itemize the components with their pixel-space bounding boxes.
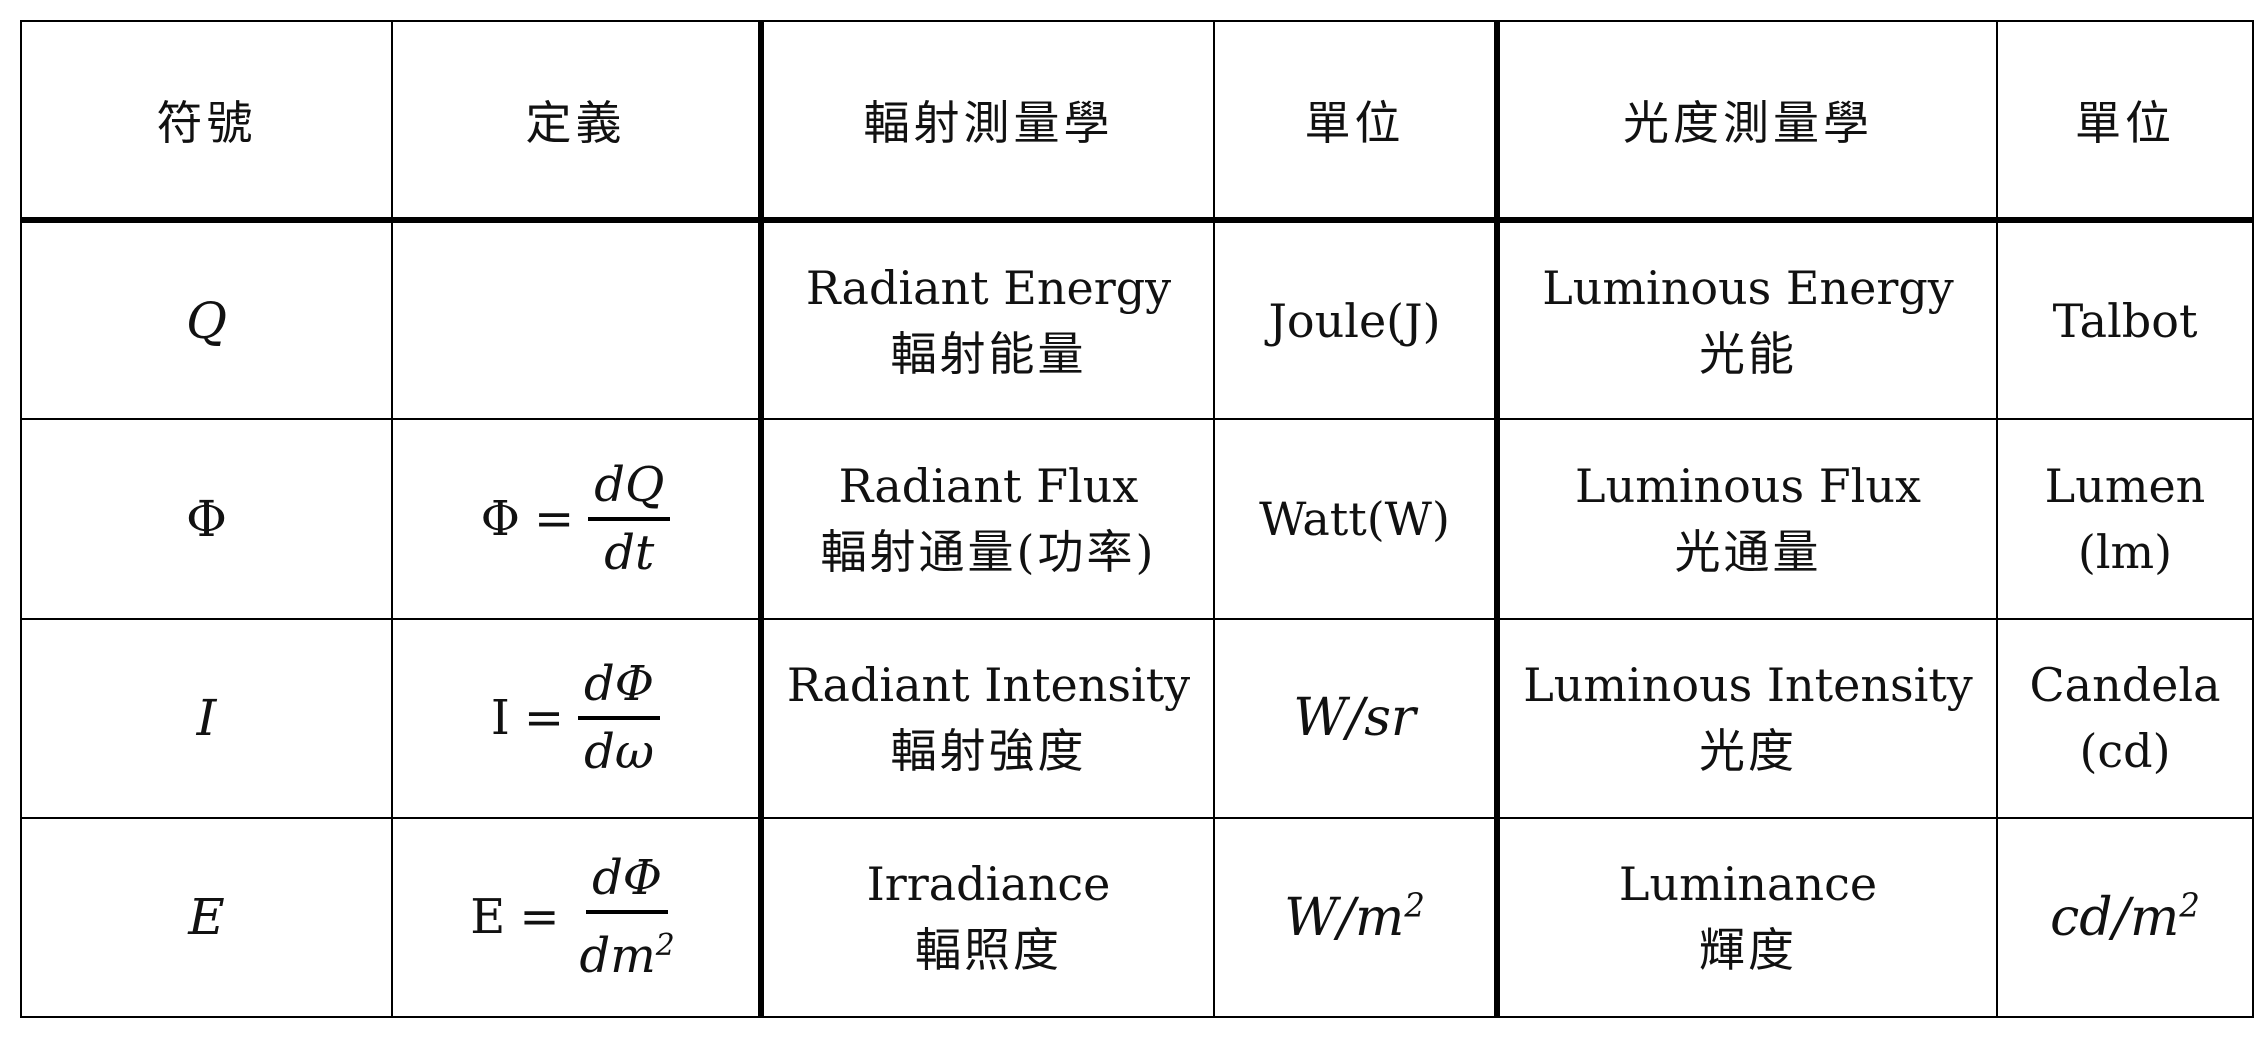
photometry-cell: Luminous Flux 光通量: [1494, 418, 1998, 620]
header-definition: 定義: [391, 20, 762, 223]
radiometry-cell: Irradiance 輻照度: [758, 816, 1215, 1019]
formula-lhs: I: [490, 690, 510, 747]
formula-lhs: E: [470, 889, 506, 946]
radiometry-name-en: Radiant Flux: [838, 458, 1139, 513]
denominator-base: dm: [579, 928, 656, 985]
photometry-name-zh: 光能: [1699, 326, 1797, 381]
fraction-denominator: dm2: [574, 914, 681, 984]
header-photometry-unit: 單位: [1996, 20, 2254, 223]
photometry-unit-cell: Lumen (lm): [1996, 418, 2254, 620]
photometry-name-en: Luminous Flux: [1575, 458, 1921, 513]
photometry-name-en: Luminance: [1618, 857, 1878, 912]
photometry-unit-symbol: (cd): [2079, 724, 2171, 779]
photometry-name-en: Luminous Intensity: [1523, 658, 1973, 713]
definition-cell: Φ = dQ dt: [391, 418, 762, 620]
unit-exponent: 2: [2179, 886, 2200, 925]
equals-sign: =: [534, 490, 575, 547]
header-row: 符號 定義 輻射測量學 單位 光度測量學 單位: [20, 20, 2254, 223]
radiometry-unit: Joule(J): [1268, 293, 1441, 348]
header-radiometry-unit: 單位: [1213, 20, 1498, 223]
table-row: I I = dΦ dω Radiant Intensity 輻射強度 W/sr …: [20, 617, 2254, 819]
symbol-q: Q: [186, 291, 227, 350]
table-row: Φ Φ = dQ dt Radiant Flux 輻射通量(功率) Watt(W…: [20, 418, 2254, 620]
radiometry-cell: Radiant Energy 輻射能量: [758, 218, 1215, 421]
definition-cell: E = dΦ dm2: [391, 816, 762, 1019]
symbol-phi: Φ: [186, 489, 227, 548]
unit-base: W/m: [1284, 888, 1405, 949]
unit-base: cd/m: [2050, 888, 2180, 949]
radiometry-unit: W/m2: [1284, 886, 1425, 949]
fraction-denominator: dt: [604, 524, 655, 581]
photometry-unit-symbol: (lm): [2077, 524, 2173, 579]
radiometry-name-zh: 輻射強度: [890, 724, 1087, 779]
symbol-cell: Q: [20, 218, 393, 421]
fraction-denominator: dω: [584, 724, 655, 781]
photometry-cell: Luminous Energy 光能: [1494, 218, 1998, 421]
photometry-unit-name: Lumen: [2044, 458, 2206, 513]
photometry-cell: Luminous Intensity 光度: [1494, 617, 1998, 819]
fraction-numerator: dQ: [588, 457, 671, 521]
radiometry-unit-cell: W/sr: [1213, 617, 1498, 819]
photometry-unit-cell: Candela (cd): [1996, 617, 2254, 819]
radiometry-name-en: Radiant Energy: [805, 260, 1172, 315]
photometry-name-zh: 光度: [1699, 724, 1797, 779]
definition-formula: Φ = dQ dt: [481, 457, 671, 581]
equals-sign: =: [523, 690, 565, 747]
photometry-unit-cell: Talbot: [1996, 218, 2254, 421]
fraction-numerator: dΦ: [586, 850, 669, 915]
denominator-exponent: 2: [655, 928, 675, 964]
radiometry-name-zh: 輻照度: [915, 923, 1062, 978]
radiometry-photometry-table: 符號 定義 輻射測量學 單位 光度測量學 單位 Q Radiant Energy…: [20, 20, 2254, 1019]
radiometry-name-en: Radiant Intensity: [786, 658, 1191, 713]
radiometry-name-zh: 輻射通量(功率): [820, 524, 1157, 579]
photometry-name-en: Luminous Energy: [1542, 260, 1954, 315]
formula-lhs: Φ: [480, 490, 521, 547]
fraction-numerator: dΦ: [578, 656, 661, 721]
definition-formula: I = dΦ dω: [490, 656, 661, 781]
fraction: dQ dt: [588, 457, 671, 581]
header-photometry: 光度測量學: [1494, 20, 1998, 223]
radiometry-cell: Radiant Flux 輻射通量(功率): [758, 418, 1215, 620]
photometry-unit: cd/m2: [2050, 886, 2200, 949]
radiometry-cell: Radiant Intensity 輻射強度: [758, 617, 1215, 819]
fraction: dΦ dω: [578, 656, 661, 781]
symbol-cell: Φ: [20, 418, 393, 620]
photometry-unit-name: Candela: [2029, 658, 2221, 713]
radiometry-unit-cell: Watt(W): [1213, 418, 1498, 620]
photometry-cell: Luminance 輝度: [1494, 816, 1998, 1019]
symbol-e: E: [188, 888, 225, 947]
unit-exponent: 2: [1404, 886, 1425, 925]
radiometry-name-zh: 輻射能量: [890, 326, 1087, 381]
equals-sign: =: [519, 889, 560, 946]
definition-cell: [391, 218, 762, 421]
photometry-unit-cell: cd/m2: [1996, 816, 2254, 1019]
table-row: E E = dΦ dm2 Irradiance 輻照度 W/m2 Luminan…: [20, 816, 2254, 1019]
radiometry-unit-cell: W/m2: [1213, 816, 1498, 1019]
symbol-cell: I: [20, 617, 393, 819]
fraction: dΦ dm2: [574, 850, 681, 984]
header-symbol: 符號: [20, 20, 393, 223]
header-radiometry: 輻射測量學: [758, 20, 1215, 223]
definition-cell: I = dΦ dω: [391, 617, 762, 819]
photometry-name-zh: 光通量: [1674, 524, 1822, 579]
definition-formula: E = dΦ dm2: [470, 850, 680, 984]
radiometry-name-en: Irradiance: [866, 857, 1111, 912]
photometry-name-zh: 輝度: [1699, 923, 1797, 978]
photometry-unit: Talbot: [2052, 293, 2198, 348]
table-row: Q Radiant Energy 輻射能量 Joule(J) Luminous …: [20, 218, 2254, 421]
symbol-cell: E: [20, 816, 393, 1019]
symbol-i: I: [196, 689, 217, 748]
radiometry-unit: Watt(W): [1259, 491, 1450, 546]
radiometry-unit-cell: Joule(J): [1213, 218, 1498, 421]
radiometry-unit: W/sr: [1293, 688, 1416, 749]
